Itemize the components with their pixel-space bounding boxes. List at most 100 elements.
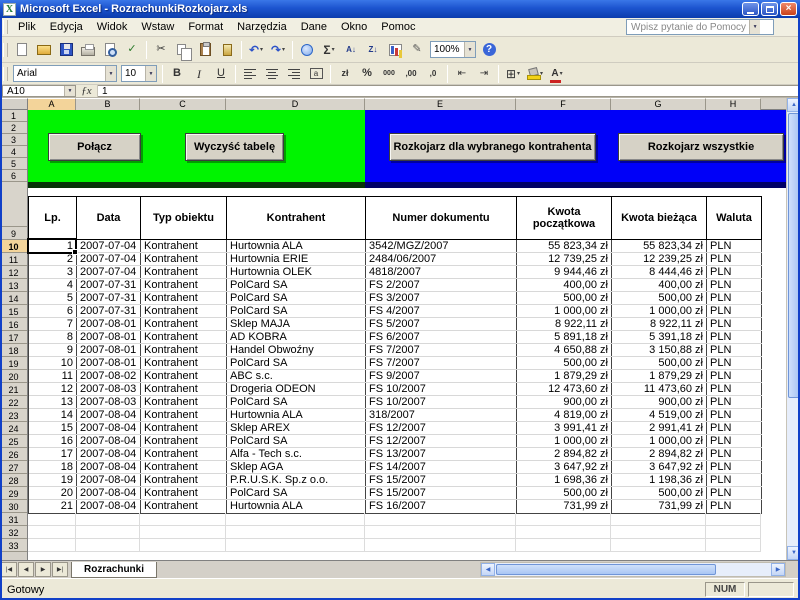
- new-file-button[interactable]: [11, 40, 33, 60]
- toolbar-drag-handle[interactable]: [3, 43, 8, 57]
- cell[interactable]: PLN: [707, 344, 762, 356]
- hyperlink-button[interactable]: [296, 40, 318, 60]
- cell[interactable]: Kontrahent: [141, 370, 227, 382]
- cell[interactable]: 2007-08-04: [77, 409, 141, 421]
- cell[interactable]: 2007-08-03: [77, 383, 141, 395]
- chevron-down-icon[interactable]: ▾: [560, 70, 563, 77]
- print-button[interactable]: [77, 40, 99, 60]
- cell[interactable]: Kontrahent: [141, 409, 227, 421]
- cell[interactable]: Kontrahent: [141, 331, 227, 343]
- cell[interactable]: PolCard SA: [227, 279, 366, 291]
- toolbar-drag-handle[interactable]: [3, 67, 8, 81]
- row-header-22[interactable]: 22: [0, 396, 27, 409]
- drawing-button[interactable]: ✎: [406, 40, 428, 60]
- next-sheet-button[interactable]: ▶: [35, 562, 51, 577]
- sort-desc-button[interactable]: Z↓: [362, 40, 384, 60]
- cell[interactable]: FS 7/2007: [366, 357, 517, 369]
- cell[interactable]: 5 891,18 zł: [517, 331, 612, 343]
- cell[interactable]: FS 3/2007: [366, 292, 517, 304]
- decrease-indent-button[interactable]: ⇤: [451, 64, 473, 84]
- cell[interactable]: 1 198,36 zł: [612, 474, 707, 486]
- empty-cell[interactable]: [365, 539, 516, 552]
- table-header-cell[interactable]: Numer dokumentu: [366, 197, 517, 239]
- cell[interactable]: PLN: [707, 305, 762, 317]
- fill-color-button[interactable]: ▾: [524, 64, 546, 84]
- cell[interactable]: 8 922,11 zł: [612, 318, 707, 330]
- vertical-scrollbar[interactable]: ▲ ▼: [786, 98, 800, 560]
- row-header-10[interactable]: 10: [0, 240, 27, 253]
- cell[interactable]: 55 823,34 zł: [612, 240, 707, 252]
- column-header-H[interactable]: H: [706, 98, 761, 110]
- cell[interactable]: 2 894,82 zł: [517, 448, 612, 460]
- row-header-5[interactable]: 5: [0, 158, 27, 170]
- cell[interactable]: Hurtownia ERIE: [227, 253, 366, 265]
- column-header-G[interactable]: G: [611, 98, 706, 110]
- cell[interactable]: 14: [29, 409, 77, 421]
- cell[interactable]: PLN: [707, 409, 762, 421]
- cell[interactable]: Kontrahent: [141, 305, 227, 317]
- cell[interactable]: 12 739,25 zł: [517, 253, 612, 265]
- selected-cell-A10[interactable]: [27, 238, 77, 254]
- cell[interactable]: 9: [29, 344, 77, 356]
- cell[interactable]: 2007-08-01: [77, 318, 141, 330]
- cell[interactable]: 2484/06/2007: [366, 253, 517, 265]
- font-size-combo[interactable]: 10▼: [121, 65, 157, 82]
- cell[interactable]: Alfa - Tech s.c.: [227, 448, 366, 460]
- cell[interactable]: 2007-07-31: [77, 292, 141, 304]
- merge-center-button[interactable]: a: [305, 64, 327, 84]
- zoom-combo[interactable]: 100%▼: [430, 41, 476, 58]
- sheet-tab-rozrachunki[interactable]: Rozrachunki: [71, 562, 157, 578]
- cell[interactable]: 8 922,11 zł: [517, 318, 612, 330]
- last-sheet-button[interactable]: ▶|: [52, 562, 68, 577]
- cell[interactable]: 2007-07-31: [77, 305, 141, 317]
- cell[interactable]: FS 5/2007: [366, 318, 517, 330]
- cell[interactable]: 3542/MGZ/2007: [366, 240, 517, 252]
- row-header-9[interactable]: 9: [0, 227, 27, 240]
- print-preview-button[interactable]: [99, 40, 121, 60]
- row-header-12[interactable]: 12: [0, 266, 27, 279]
- chevron-down-icon[interactable]: ▼: [749, 20, 760, 34]
- autosum-button[interactable]: Σ▾: [318, 40, 340, 60]
- copy-button[interactable]: [172, 40, 194, 60]
- chevron-down-icon[interactable]: ▾: [260, 46, 263, 53]
- minimize-button[interactable]: [742, 2, 759, 16]
- cell[interactable]: 4 650,88 zł: [517, 344, 612, 356]
- cell[interactable]: Kontrahent: [141, 292, 227, 304]
- chevron-down-icon[interactable]: ▾: [282, 46, 285, 53]
- align-left-button[interactable]: [239, 64, 261, 84]
- row-header-24[interactable]: 24: [0, 422, 27, 435]
- cell[interactable]: PolCard SA: [227, 305, 366, 317]
- cell[interactable]: 3 647,92 zł: [612, 461, 707, 473]
- cell[interactable]: PLN: [707, 240, 762, 252]
- menu-dane[interactable]: Dane: [294, 18, 334, 36]
- row-header-23[interactable]: 23: [0, 409, 27, 422]
- cell[interactable]: 2007-08-01: [77, 331, 141, 343]
- cell[interactable]: 4: [29, 279, 77, 291]
- cell[interactable]: 2007-07-04: [77, 266, 141, 278]
- redo-button[interactable]: ↷▾: [267, 40, 289, 60]
- empty-cell[interactable]: [706, 539, 761, 552]
- cell[interactable]: 500,00 zł: [612, 292, 707, 304]
- empty-cell[interactable]: [140, 526, 226, 539]
- empty-cell[interactable]: [76, 539, 140, 552]
- cell[interactable]: FS 2/2007: [366, 279, 517, 291]
- row-header-1[interactable]: 1: [0, 110, 27, 122]
- cell[interactable]: 18: [29, 461, 77, 473]
- cell[interactable]: 731,99 zł: [612, 500, 707, 513]
- column-header-B[interactable]: B: [76, 98, 140, 110]
- cell[interactable]: 3 647,92 zł: [517, 461, 612, 473]
- cell[interactable]: PLN: [707, 461, 762, 473]
- row-header-2[interactable]: 2: [0, 122, 27, 134]
- empty-cell[interactable]: [226, 539, 365, 552]
- cell[interactable]: 2007-08-01: [77, 357, 141, 369]
- cell[interactable]: Kontrahent: [141, 279, 227, 291]
- cell[interactable]: FS 7/2007: [366, 344, 517, 356]
- table-header-cell[interactable]: Lp.: [29, 197, 77, 239]
- scroll-down-icon[interactable]: ▼: [787, 546, 800, 560]
- empty-cell[interactable]: [706, 513, 761, 526]
- column-header-F[interactable]: F: [516, 98, 611, 110]
- cell[interactable]: Kontrahent: [141, 318, 227, 330]
- row-header-32[interactable]: 32: [0, 526, 27, 539]
- empty-cell[interactable]: [140, 513, 226, 526]
- cell[interactable]: 2007-08-04: [77, 448, 141, 460]
